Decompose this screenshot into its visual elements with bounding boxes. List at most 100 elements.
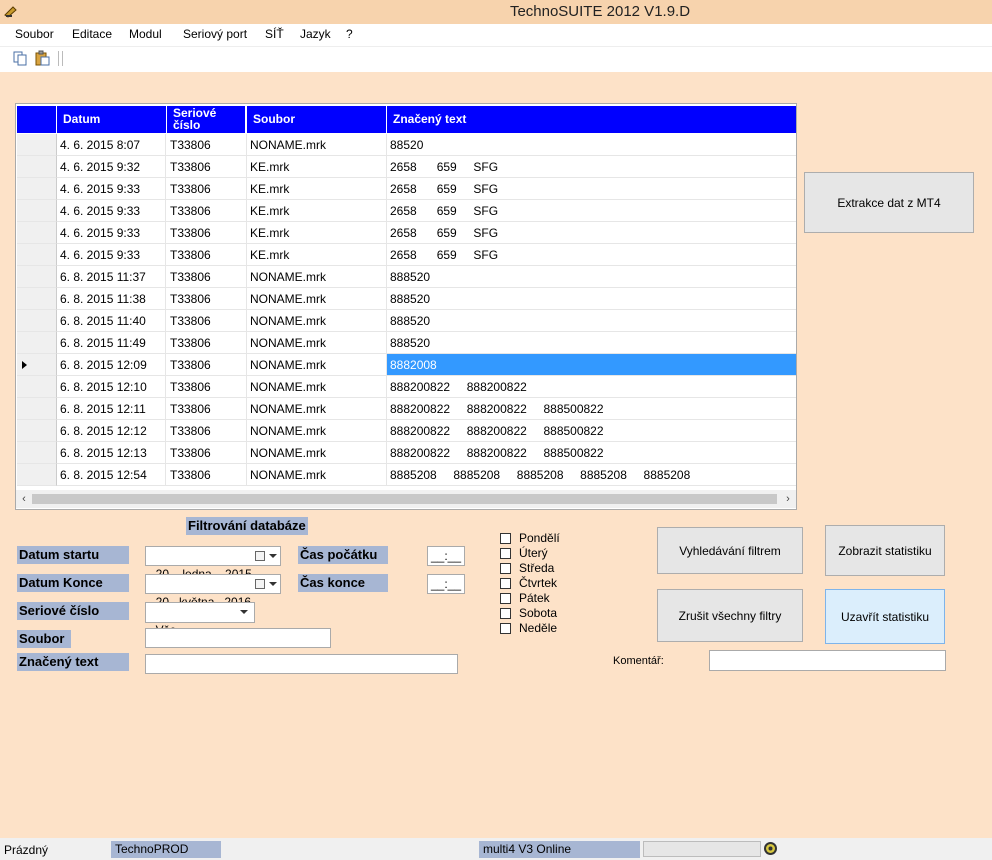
cell-marked-text[interactable]: 888520	[387, 266, 796, 288]
cell-serial[interactable]: T33806	[166, 266, 247, 288]
row-selector[interactable]	[17, 332, 57, 354]
scroll-right-icon[interactable]: ›	[781, 492, 795, 506]
start-time-input[interactable]: __:__	[427, 546, 465, 566]
row-selector[interactable]	[17, 200, 57, 222]
row-selector[interactable]	[17, 398, 57, 420]
cell-serial[interactable]: T33806	[166, 156, 247, 178]
cell-serial[interactable]: T33806	[166, 200, 247, 222]
calendar-icon[interactable]	[255, 579, 265, 589]
marked-text-input[interactable]	[145, 654, 458, 674]
table-row[interactable]: 4. 6. 2015 9:33 T33806 KE.mrk 2658 659 SFG	[17, 200, 796, 222]
cell-file[interactable]: NONAME.mrk	[247, 266, 387, 288]
checkbox-utery[interactable]	[500, 548, 511, 559]
table-row[interactable]: 4. 6. 2015 9:33 T33806 KE.mrk 2658 659 SFG	[17, 222, 796, 244]
cell-date[interactable]: 4. 6. 2015 9:32	[57, 156, 166, 178]
cell-serial[interactable]: T33806	[166, 244, 247, 266]
cell-marked-text[interactable]: 888520	[387, 310, 796, 332]
cell-marked-text[interactable]: 8882008	[387, 354, 796, 376]
cell-file[interactable]: NONAME.mrk	[247, 376, 387, 398]
table-row[interactable]: 6. 8. 2015 12:10 T33806 NONAME.mrk 88820082…	[17, 376, 796, 398]
file-input[interactable]	[145, 628, 331, 648]
table-row[interactable]: 6. 8. 2015 11:37 T33806 NONAME.mrk 888520	[17, 266, 796, 288]
grid-header-soubor[interactable]: Soubor	[247, 106, 386, 133]
row-selector[interactable]	[17, 178, 57, 200]
cell-serial[interactable]: T33806	[166, 310, 247, 332]
cell-serial[interactable]: T33806	[166, 222, 247, 244]
chevron-down-icon[interactable]	[240, 610, 248, 614]
cell-marked-text[interactable]: 888200822 888200822 888500822	[387, 420, 796, 442]
cell-file[interactable]: NONAME.mrk	[247, 354, 387, 376]
table-row[interactable]: 6. 8. 2015 11:40 T33806 NONAME.mrk 888520	[17, 310, 796, 332]
table-row[interactable]: 6. 8. 2015 12:09 T33806 NONAME.mrk 8882008	[17, 354, 796, 376]
cell-serial[interactable]: T33806	[166, 464, 247, 486]
menu-modul[interactable]: Modul	[129, 27, 162, 41]
row-selector[interactable]	[17, 222, 57, 244]
cell-file[interactable]: KE.mrk	[247, 178, 387, 200]
cell-date[interactable]: 4. 6. 2015 8:07	[57, 134, 166, 156]
serial-select[interactable]: Vše	[145, 602, 255, 637]
copy-icon[interactable]	[12, 50, 28, 66]
cell-date[interactable]: 6. 8. 2015 12:11	[57, 398, 166, 420]
row-selector[interactable]	[17, 156, 57, 178]
table-row[interactable]: 6. 8. 2015 11:38 T33806 NONAME.mrk 888520	[17, 288, 796, 310]
cell-serial[interactable]: T33806	[166, 420, 247, 442]
row-selector[interactable]	[17, 266, 57, 288]
cell-file[interactable]: NONAME.mrk	[247, 420, 387, 442]
cell-marked-text[interactable]: 888200822 888200822 888500822	[387, 442, 796, 464]
cell-marked-text[interactable]: 2658 659 SFG	[387, 200, 796, 222]
chevron-down-icon[interactable]	[269, 554, 277, 558]
table-row[interactable]: 6. 8. 2015 11:49 T33806 NONAME.mrk 888520	[17, 332, 796, 354]
end-time-input[interactable]: __:__	[427, 574, 465, 594]
cell-file[interactable]: KE.mrk	[247, 200, 387, 222]
cell-marked-text[interactable]: 2658 659 SFG	[387, 222, 796, 244]
table-row[interactable]: 6. 8. 2015 12:12 T33806 NONAME.mrk 88820082…	[17, 420, 796, 442]
table-row[interactable]: 4. 6. 2015 9:33 T33806 KE.mrk 2658 659 SFG	[17, 178, 796, 200]
checkbox-sobota[interactable]	[500, 608, 511, 619]
checkbox-patek[interactable]	[500, 593, 511, 604]
end-date-picker[interactable]: 20. května 2016	[145, 574, 281, 609]
scrollbar-thumb[interactable]	[32, 494, 777, 504]
grid-header-serial[interactable]: Seriové číslo	[167, 106, 245, 133]
cell-file[interactable]: NONAME.mrk	[247, 398, 387, 420]
cell-serial[interactable]: T33806	[166, 354, 247, 376]
cell-marked-text[interactable]: 2658 659 SFG	[387, 156, 796, 178]
comment-input[interactable]	[709, 650, 946, 671]
cell-marked-text[interactable]: 8885208 8885208 8885208 8885208 8885208	[387, 464, 796, 486]
cell-marked-text[interactable]: 888520	[387, 288, 796, 310]
cell-serial[interactable]: T33806	[166, 134, 247, 156]
cell-date[interactable]: 6. 8. 2015 11:49	[57, 332, 166, 354]
cell-marked-text[interactable]: 2658 659 SFG	[387, 178, 796, 200]
cell-serial[interactable]: T33806	[166, 332, 247, 354]
cell-date[interactable]: 4. 6. 2015 9:33	[57, 200, 166, 222]
menu-seriovy-port[interactable]: Seriový port	[183, 27, 247, 41]
close-stats-button[interactable]: Uzavřít statistiku	[825, 589, 945, 644]
checkbox-streda[interactable]	[500, 563, 511, 574]
row-selector[interactable]	[17, 288, 57, 310]
menu-sit[interactable]: SÍŤ	[265, 27, 284, 41]
cell-date[interactable]: 6. 8. 2015 12:54	[57, 464, 166, 486]
table-row[interactable]: 6. 8. 2015 12:54 T33806 NONAME.mrk 8885208 …	[17, 464, 796, 486]
row-selector[interactable]	[17, 244, 57, 266]
checkbox-ctvrtek[interactable]	[500, 578, 511, 589]
start-date-picker[interactable]: 20. ledna 2015	[145, 546, 281, 581]
row-selector[interactable]	[17, 354, 57, 376]
cell-date[interactable]: 6. 8. 2015 11:37	[57, 266, 166, 288]
cell-date[interactable]: 4. 6. 2015 9:33	[57, 244, 166, 266]
cell-file[interactable]: KE.mrk	[247, 222, 387, 244]
cell-date[interactable]: 6. 8. 2015 12:12	[57, 420, 166, 442]
checkbox-pondeli[interactable]	[500, 533, 511, 544]
table-row[interactable]: 4. 6. 2015 9:32 T33806 KE.mrk 2658 659 SFG	[17, 156, 796, 178]
cell-file[interactable]: NONAME.mrk	[247, 288, 387, 310]
cell-file[interactable]: NONAME.mrk	[247, 332, 387, 354]
cell-file[interactable]: NONAME.mrk	[247, 310, 387, 332]
cell-serial[interactable]: T33806	[166, 442, 247, 464]
menu-editace[interactable]: Editace	[72, 27, 112, 41]
cell-date[interactable]: 6. 8. 2015 11:38	[57, 288, 166, 310]
cell-serial[interactable]: T33806	[166, 178, 247, 200]
cell-date[interactable]: 4. 6. 2015 9:33	[57, 178, 166, 200]
cell-file[interactable]: NONAME.mrk	[247, 464, 387, 486]
row-selector[interactable]	[17, 464, 57, 486]
cell-date[interactable]: 4. 6. 2015 9:33	[57, 222, 166, 244]
cell-marked-text[interactable]: 888200822 888200822	[387, 376, 796, 398]
show-stats-button[interactable]: Zobrazit statistiku	[825, 525, 945, 576]
